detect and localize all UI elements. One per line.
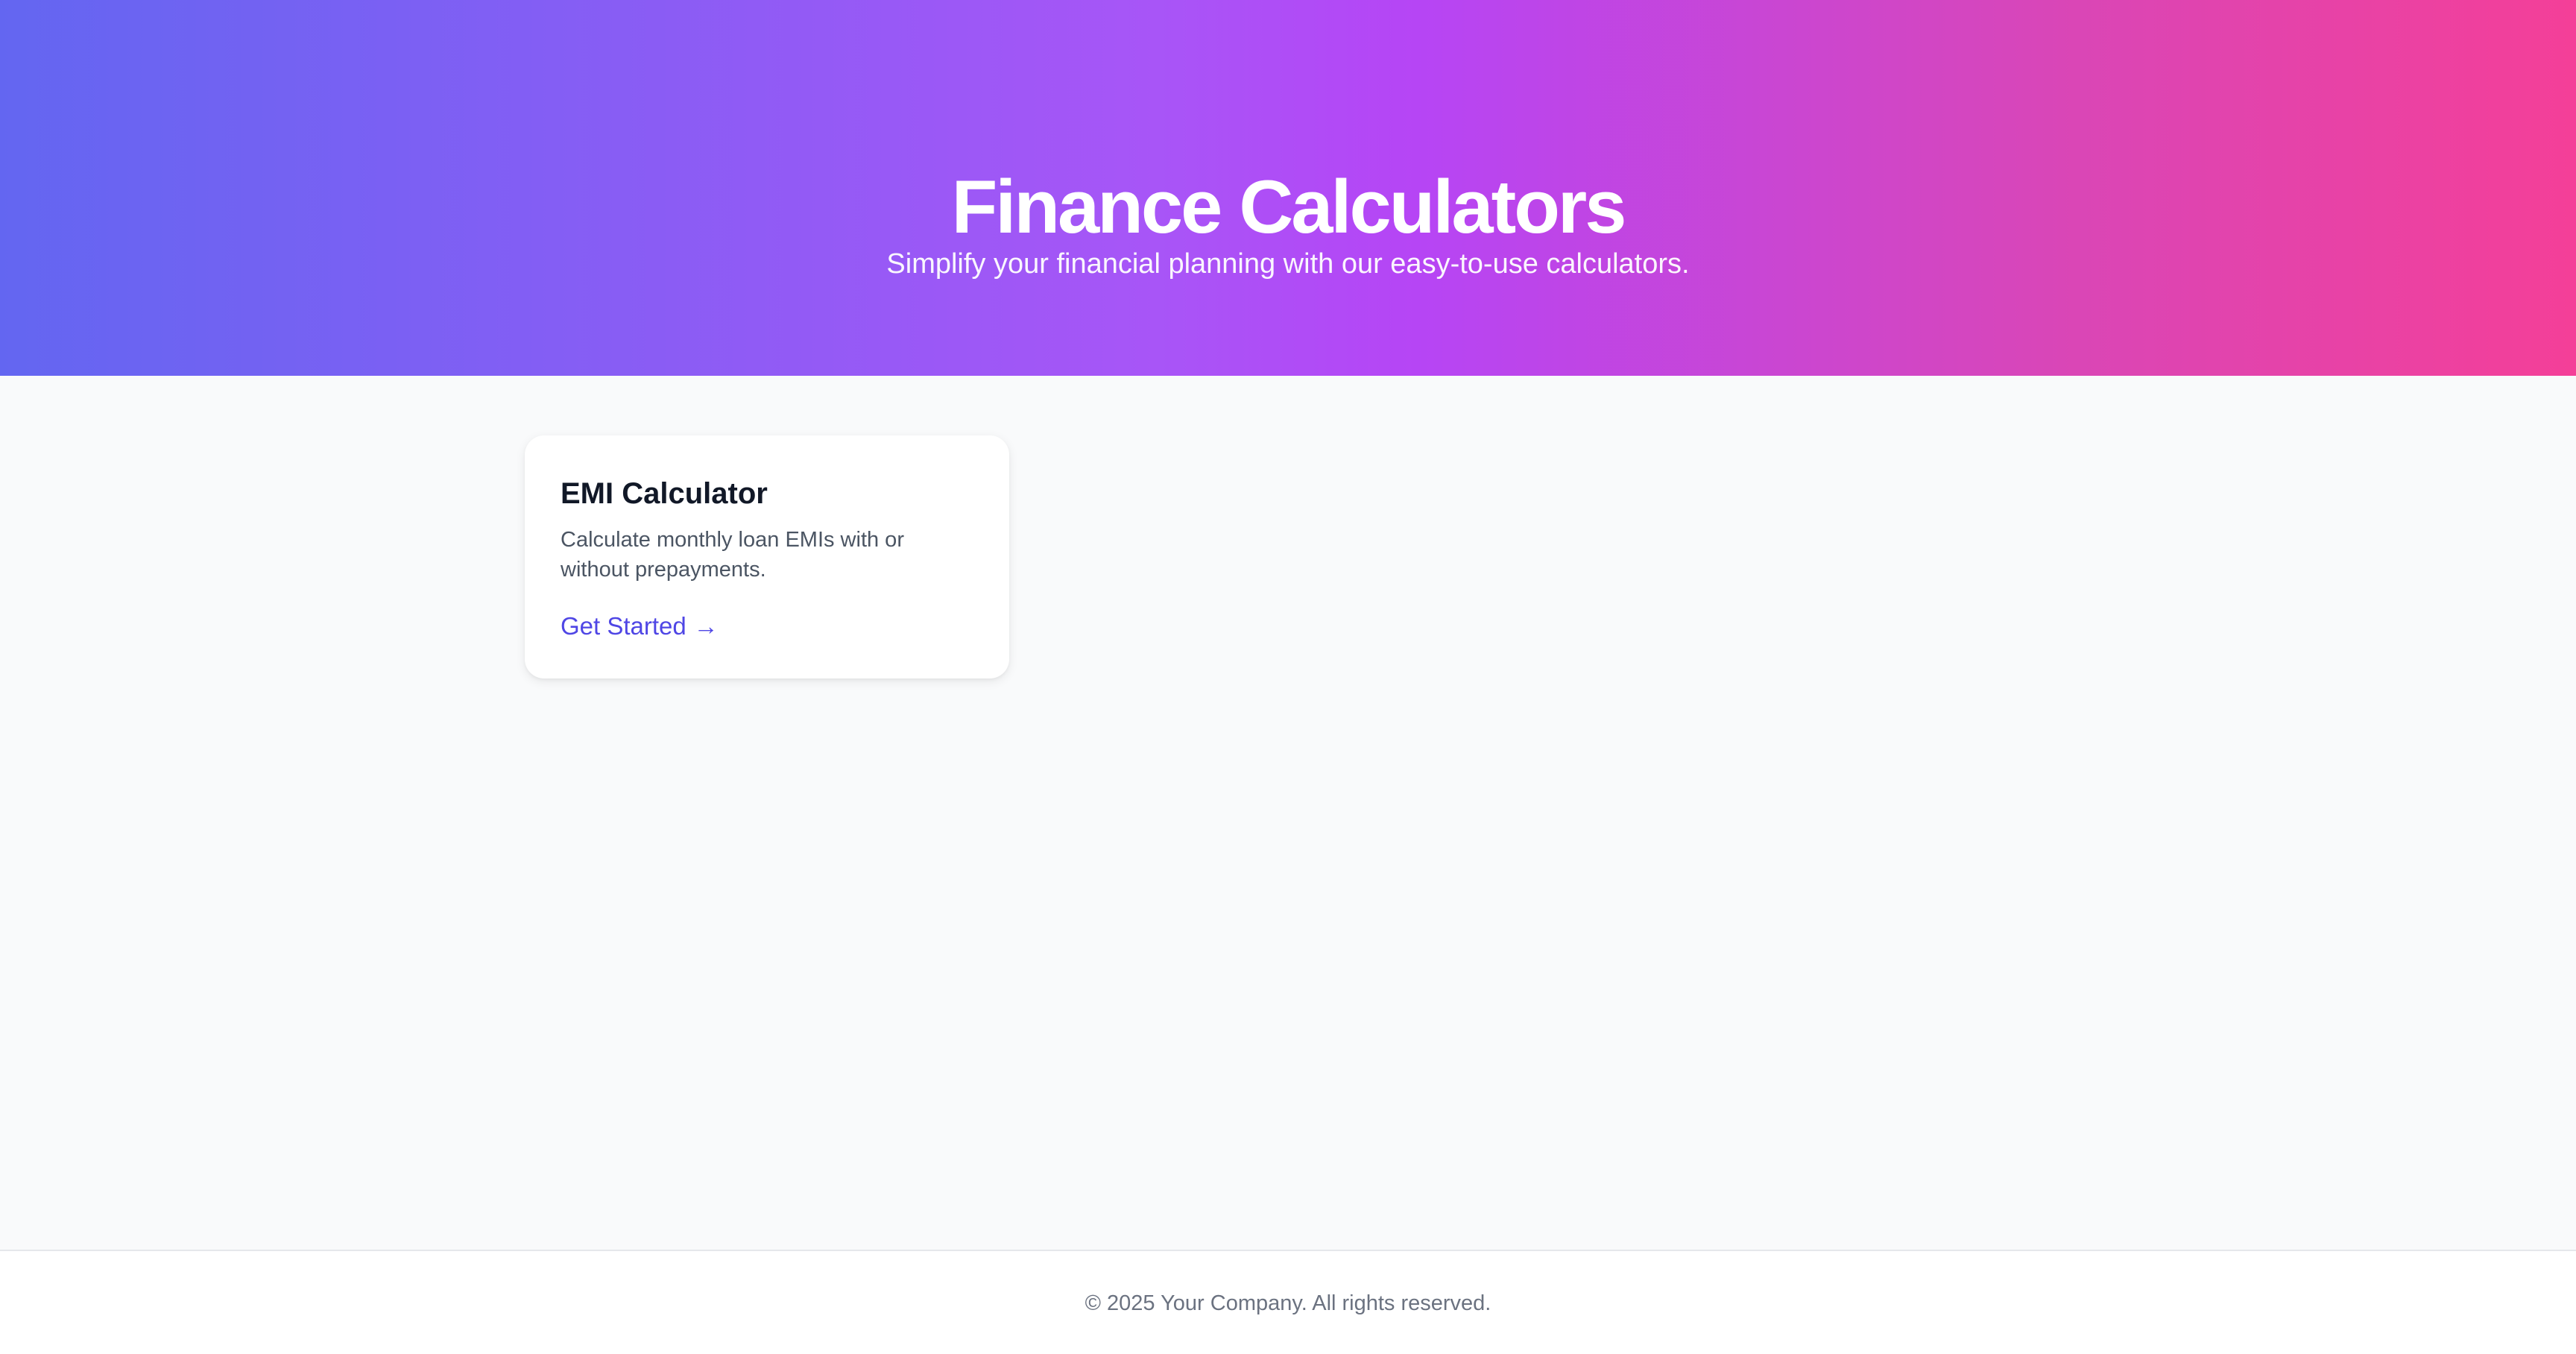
emi-calculator-card[interactable]: EMI Calculator Calculate monthly loan EM… bbox=[525, 435, 1009, 678]
copyright-text: © 2025 Your Company. All rights reserved… bbox=[1085, 1291, 1491, 1315]
get-started-link[interactable]: Get Started → bbox=[561, 610, 719, 643]
page-subtitle: Simplify your financial planning with ou… bbox=[886, 248, 1690, 280]
card-title: EMI Calculator bbox=[561, 477, 768, 510]
hero-banner: Finance Calculators Simplify your financ… bbox=[0, 0, 2576, 376]
get-started-label: Get Started bbox=[561, 612, 686, 640]
arrow-right-icon: → bbox=[693, 612, 719, 640]
card-description: Calculate monthly loan EMIs with or with… bbox=[561, 528, 904, 582]
page-title: Finance Calculators bbox=[951, 165, 1627, 249]
footer: © 2025 Your Company. All rights reserved… bbox=[0, 1250, 2576, 1354]
